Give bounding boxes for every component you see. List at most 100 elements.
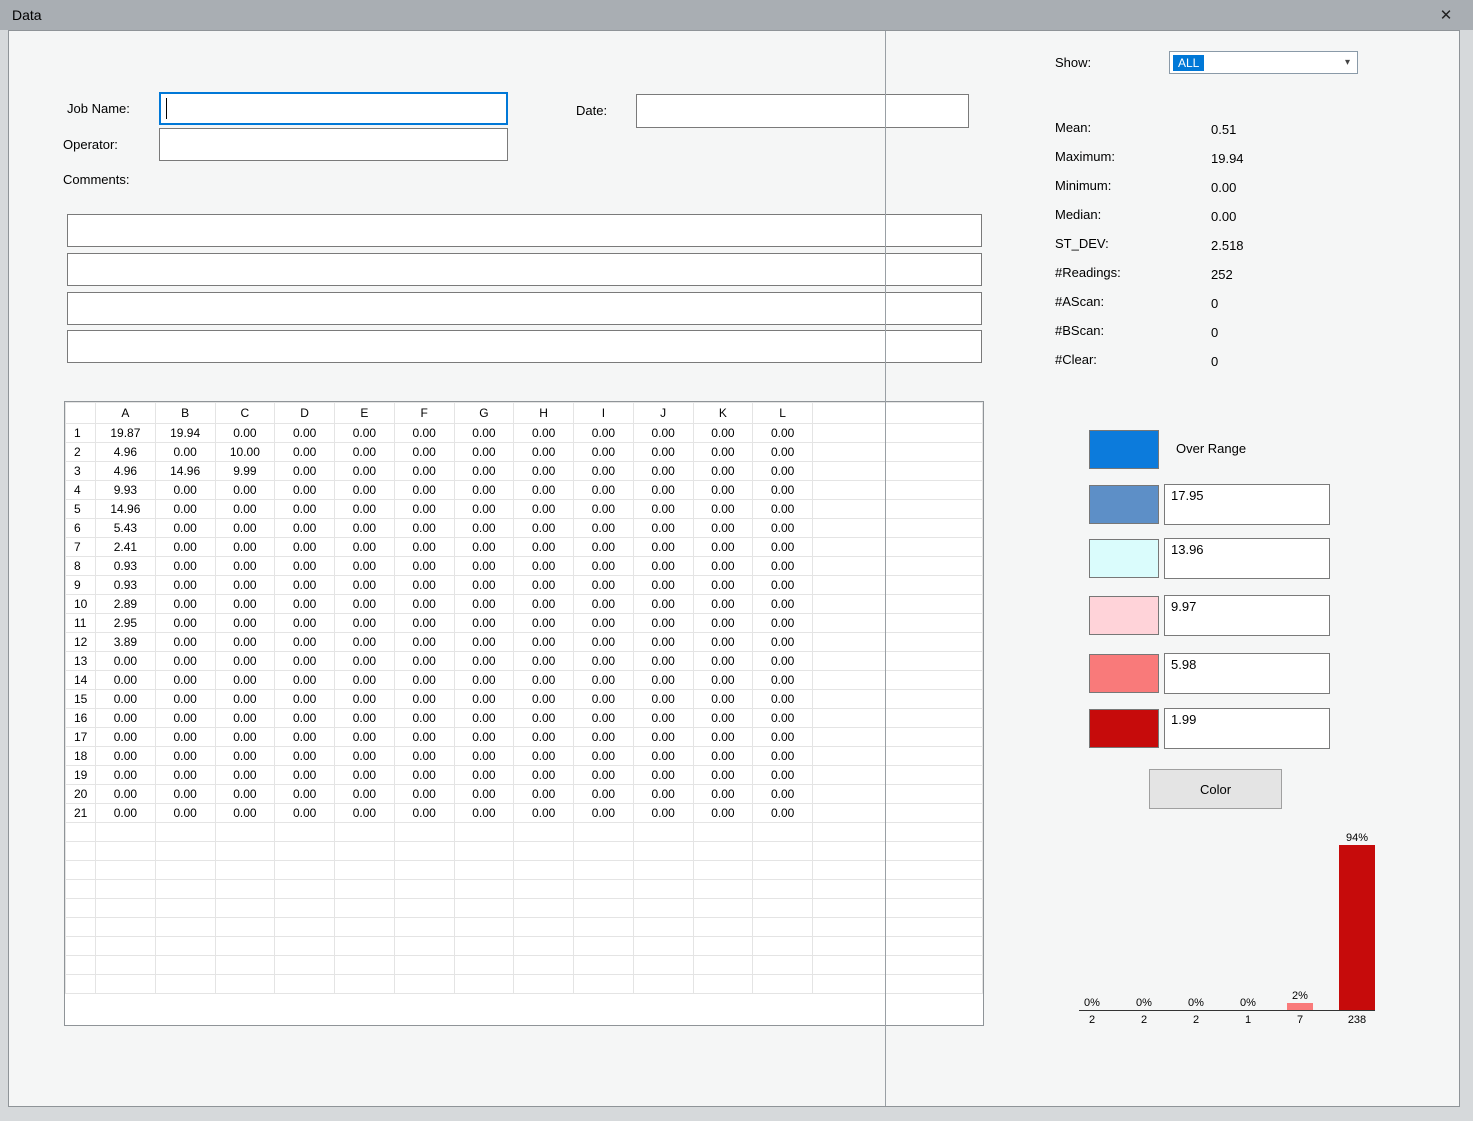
grid-row-number[interactable]	[66, 842, 96, 861]
grid-cell[interactable]: 0.00	[633, 652, 693, 671]
grid-cell[interactable]	[215, 918, 275, 937]
grid-cell[interactable]: 0.00	[514, 728, 574, 747]
grid-column-header[interactable]: J	[633, 403, 693, 424]
grid-cell[interactable]	[753, 880, 813, 899]
grid-cell[interactable]: 0.00	[514, 785, 574, 804]
threshold-swatch[interactable]	[1089, 596, 1159, 635]
grid-column-header[interactable]: L	[753, 403, 813, 424]
grid-cell[interactable]: 0.00	[275, 709, 335, 728]
grid-cell[interactable]: 0.00	[514, 595, 574, 614]
grid-cell[interactable]: 0.00	[275, 481, 335, 500]
grid-cell[interactable]	[514, 823, 574, 842]
grid-cell[interactable]: 0.00	[454, 443, 514, 462]
grid-cell[interactable]: 0.00	[633, 804, 693, 823]
grid-column-header[interactable]: A	[96, 403, 156, 424]
grid-cell[interactable]: 4.96	[96, 443, 156, 462]
grid-cell[interactable]: 2.95	[96, 614, 156, 633]
grid-cell[interactable]: 0.00	[514, 690, 574, 709]
grid-row-number[interactable]: 1	[66, 424, 96, 443]
grid-cell[interactable]: 0.00	[394, 424, 454, 443]
grid-cell[interactable]: 0.00	[215, 785, 275, 804]
grid-cell[interactable]: 0.00	[454, 709, 514, 728]
grid-row-number[interactable]	[66, 918, 96, 937]
grid-cell[interactable]: 0.00	[155, 538, 215, 557]
operator-input[interactable]	[159, 128, 508, 161]
grid-cell[interactable]: 0.00	[574, 443, 634, 462]
grid-cell[interactable]	[275, 956, 335, 975]
grid-cell[interactable]	[574, 956, 634, 975]
grid-cell[interactable]	[454, 861, 514, 880]
grid-cell[interactable]: 0.00	[335, 633, 395, 652]
grid-cell[interactable]	[574, 937, 634, 956]
grid-cell[interactable]: 0.00	[454, 519, 514, 538]
grid-cell[interactable]	[574, 899, 634, 918]
grid-cell[interactable]	[633, 880, 693, 899]
grid-cell[interactable]: 0.00	[96, 766, 156, 785]
grid-cell[interactable]: 0.00	[753, 576, 813, 595]
grid-cell[interactable]: 0.00	[275, 424, 335, 443]
grid-row-number[interactable]	[66, 899, 96, 918]
grid-cell[interactable]: 0.00	[514, 481, 574, 500]
grid-cell[interactable]: 0.00	[574, 462, 634, 481]
grid-cell[interactable]: 0.00	[394, 690, 454, 709]
grid-cell[interactable]: 0.00	[335, 557, 395, 576]
grid-cell[interactable]	[514, 918, 574, 937]
grid-cell[interactable]: 0.00	[693, 595, 753, 614]
grid-cell[interactable]: 0.00	[514, 766, 574, 785]
grid-cell[interactable]: 0.00	[335, 747, 395, 766]
show-dropdown[interactable]: ALL ▾	[1169, 51, 1358, 74]
grid-cell[interactable]: 0.00	[215, 538, 275, 557]
grid-cell[interactable]: 0.00	[633, 766, 693, 785]
grid-cell[interactable]	[394, 823, 454, 842]
grid-cell[interactable]: 4.96	[96, 462, 156, 481]
grid-cell[interactable]: 0.93	[96, 576, 156, 595]
grid-cell[interactable]: 0.00	[753, 538, 813, 557]
grid-cell[interactable]: 0.00	[275, 766, 335, 785]
grid-cell[interactable]: 0.00	[753, 766, 813, 785]
date-input[interactable]	[636, 94, 969, 128]
grid-cell[interactable]: 0.00	[275, 728, 335, 747]
grid-row-number[interactable]: 9	[66, 576, 96, 595]
grid-cell[interactable]: 0.00	[454, 595, 514, 614]
grid-cell[interactable]: 0.00	[574, 709, 634, 728]
grid-cell[interactable]	[633, 975, 693, 994]
grid-cell[interactable]	[693, 918, 753, 937]
grid-cell[interactable]	[275, 861, 335, 880]
grid-cell[interactable]: 0.00	[454, 728, 514, 747]
grid-column-header[interactable]: F	[394, 403, 454, 424]
grid-row-number[interactable]	[66, 880, 96, 899]
grid-cell[interactable]: 0.00	[693, 709, 753, 728]
grid-row-number[interactable]: 3	[66, 462, 96, 481]
grid-cell[interactable]	[155, 880, 215, 899]
grid-cell[interactable]: 0.00	[514, 804, 574, 823]
job-name-input[interactable]	[159, 92, 508, 125]
grid-cell[interactable]: 0.00	[454, 804, 514, 823]
grid-cell[interactable]: 0.00	[633, 595, 693, 614]
grid-cell[interactable]: 0.93	[96, 557, 156, 576]
grid-cell[interactable]: 0.00	[693, 652, 753, 671]
grid-cell[interactable]: 10.00	[215, 443, 275, 462]
grid-row-number[interactable]: 8	[66, 557, 96, 576]
grid-cell[interactable]: 0.00	[275, 804, 335, 823]
grid-cell[interactable]: 19.87	[96, 424, 156, 443]
grid-cell[interactable]: 0.00	[215, 690, 275, 709]
grid-cell[interactable]: 0.00	[275, 595, 335, 614]
grid-cell[interactable]: 0.00	[335, 500, 395, 519]
grid-cell[interactable]: 0.00	[574, 519, 634, 538]
grid-cell[interactable]: 0.00	[96, 652, 156, 671]
grid-cell[interactable]: 14.96	[96, 500, 156, 519]
grid-cell[interactable]: 0.00	[335, 671, 395, 690]
grid-cell[interactable]: 0.00	[96, 804, 156, 823]
grid-cell[interactable]: 0.00	[753, 709, 813, 728]
data-grid[interactable]: ABCDEFGHIJKL119.8719.940.000.000.000.000…	[64, 401, 984, 1026]
grid-row-number[interactable]: 19	[66, 766, 96, 785]
grid-cell[interactable]: 0.00	[335, 462, 395, 481]
grid-cell[interactable]: 0.00	[574, 595, 634, 614]
grid-row-number[interactable]	[66, 823, 96, 842]
grid-cell[interactable]: 0.00	[574, 538, 634, 557]
grid-cell[interactable]	[633, 956, 693, 975]
grid-cell[interactable]: 0.00	[514, 462, 574, 481]
grid-cell[interactable]	[514, 880, 574, 899]
grid-cell[interactable]	[693, 861, 753, 880]
grid-cell[interactable]	[454, 956, 514, 975]
